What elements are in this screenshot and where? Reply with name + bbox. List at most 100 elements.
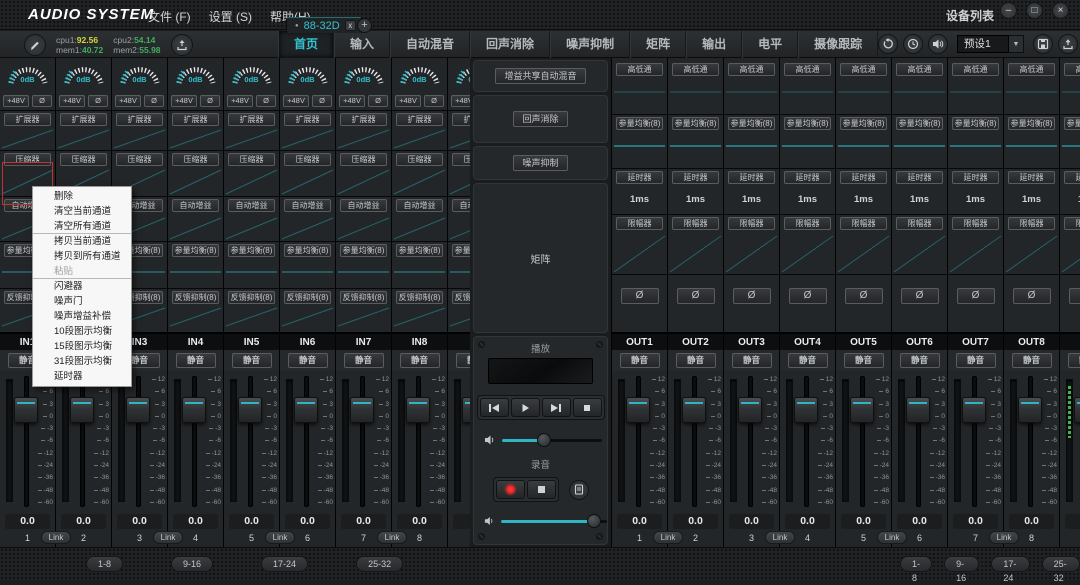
- mute-button[interactable]: 静音: [900, 353, 940, 368]
- phantom-power-button[interactable]: +48V: [115, 95, 141, 107]
- delay-button[interactable]: 延时器: [896, 171, 943, 184]
- delay-button[interactable]: 延时器: [1008, 171, 1055, 184]
- context-menu-item[interactable]: 粘贴: [33, 264, 131, 279]
- compressor-button[interactable]: 压缩器: [452, 153, 470, 166]
- context-menu-item[interactable]: 清空所有通道: [33, 219, 131, 234]
- expander-button[interactable]: 扩展器: [452, 113, 470, 126]
- fader-handle[interactable]: [182, 397, 206, 423]
- limiter-button[interactable]: 限幅器: [1064, 217, 1080, 230]
- main-tab[interactable]: 输入: [334, 31, 390, 58]
- delay-button[interactable]: 延时器: [616, 171, 663, 184]
- mute-button[interactable]: 静音: [1012, 353, 1052, 368]
- fader-handle[interactable]: [626, 397, 650, 423]
- hilo-pass-button[interactable]: 高低通: [616, 63, 663, 76]
- bank-tab[interactable]: 25-32: [356, 556, 403, 572]
- auto-gain-button[interactable]: 自动增益: [396, 199, 443, 212]
- phase-invert-button[interactable]: Ø: [424, 95, 444, 107]
- upload-button[interactable]: [171, 34, 193, 56]
- parametric-eq-button[interactable]: 参量均衡(8): [228, 244, 275, 257]
- hilo-pass-button[interactable]: 高低通: [1064, 63, 1080, 76]
- phantom-power-button[interactable]: +48V: [59, 95, 85, 107]
- phantom-power-button[interactable]: +48V: [3, 95, 29, 107]
- context-menu-item[interactable]: 清空当前通道: [33, 204, 131, 219]
- output-eq-button[interactable]: 参量均衡(8): [896, 117, 943, 130]
- stop-button[interactable]: [573, 398, 602, 417]
- delay-button[interactable]: 延时器: [672, 171, 719, 184]
- record-file-button[interactable]: [569, 480, 589, 500]
- phase-invert-button[interactable]: Ø: [621, 288, 659, 304]
- fader-track[interactable]: [860, 376, 865, 507]
- expander-button[interactable]: 扩展器: [396, 113, 443, 126]
- hilo-pass-button[interactable]: 高低通: [896, 63, 943, 76]
- phase-invert-button[interactable]: Ø: [901, 288, 939, 304]
- menu-item[interactable]: 设置 (S): [209, 8, 252, 25]
- parametric-eq-button[interactable]: 参量均衡(8): [396, 244, 443, 257]
- expander-button[interactable]: 扩展器: [116, 113, 163, 126]
- link-button[interactable]: Link: [989, 531, 1019, 544]
- context-menu-item[interactable]: 15段图示均衡: [33, 339, 131, 354]
- mute-button[interactable]: 静音: [676, 353, 716, 368]
- fader-handle[interactable]: [738, 397, 762, 423]
- expander-button[interactable]: 扩展器: [4, 113, 51, 126]
- mute-button[interactable]: 静音: [400, 353, 440, 368]
- edit-pencil-button[interactable]: [24, 34, 46, 56]
- phase-invert-button[interactable]: Ø: [88, 95, 108, 107]
- phantom-power-button[interactable]: +48V: [171, 95, 197, 107]
- compressor-button[interactable]: 压缩器: [340, 153, 387, 166]
- fader-track[interactable]: [1028, 376, 1033, 507]
- fader-handle[interactable]: [350, 397, 374, 423]
- fader-track[interactable]: [136, 376, 141, 507]
- phantom-power-button[interactable]: +48V: [339, 95, 365, 107]
- fader-track[interactable]: [748, 376, 753, 507]
- mute-button[interactable]: 静音: [1068, 353, 1080, 368]
- hilo-pass-button[interactable]: 高低通: [952, 63, 999, 76]
- auto-gain-button[interactable]: 自动增益: [284, 199, 331, 212]
- delay-button[interactable]: 延时器: [784, 171, 831, 184]
- expander-button[interactable]: 扩展器: [284, 113, 331, 126]
- fader-track[interactable]: [416, 376, 421, 507]
- undo-button[interactable]: [878, 34, 898, 54]
- fader-track[interactable]: [692, 376, 697, 507]
- auto-gain-button[interactable]: 自动增益: [228, 199, 275, 212]
- mute-button[interactable]: 静音: [176, 353, 216, 368]
- expander-button[interactable]: 扩展器: [228, 113, 275, 126]
- mute-button[interactable]: 静音: [732, 353, 772, 368]
- phase-invert-button[interactable]: Ø: [1013, 288, 1051, 304]
- noise-suppress-button[interactable]: 噪声抑制: [513, 155, 567, 171]
- limiter-button[interactable]: 限幅器: [952, 217, 999, 230]
- auto-gain-button[interactable]: 自动增益: [340, 199, 387, 212]
- main-tab[interactable]: 矩阵: [630, 31, 686, 58]
- hilo-pass-button[interactable]: 高低通: [1008, 63, 1055, 76]
- context-menu-item[interactable]: 10段图示均衡: [33, 324, 131, 339]
- expander-button[interactable]: 扩展器: [60, 113, 107, 126]
- mute-button[interactable]: 静音: [456, 353, 471, 368]
- fader-handle[interactable]: [962, 397, 986, 423]
- output-eq-button[interactable]: 参量均衡(8): [728, 117, 775, 130]
- compressor-button[interactable]: 压缩器: [284, 153, 331, 166]
- hilo-pass-button[interactable]: 高低通: [672, 63, 719, 76]
- output-eq-button[interactable]: 参量均衡(8): [616, 117, 663, 130]
- fader-handle[interactable]: [462, 397, 470, 423]
- fader-track[interactable]: [192, 376, 197, 507]
- context-menu-item[interactable]: 延时器: [33, 369, 131, 384]
- fader-handle[interactable]: [294, 397, 318, 423]
- slider-thumb[interactable]: [587, 514, 601, 528]
- history-button[interactable]: [903, 34, 923, 54]
- parametric-eq-button[interactable]: 参量均衡(8): [284, 244, 331, 257]
- fader-handle[interactable]: [794, 397, 818, 423]
- phase-invert-button[interactable]: Ø: [677, 288, 715, 304]
- auto-gain-button[interactable]: 自动增益: [172, 199, 219, 212]
- output-eq-button[interactable]: 参量均衡(8): [784, 117, 831, 130]
- phase-invert-button[interactable]: Ø: [789, 288, 827, 304]
- fader-handle[interactable]: [406, 397, 430, 423]
- auto-gain-button[interactable]: 自动增益: [452, 199, 470, 212]
- phase-invert-button[interactable]: Ø: [200, 95, 220, 107]
- feedback-suppress-button[interactable]: 反馈抑制(8): [228, 291, 275, 304]
- record-button[interactable]: [496, 480, 525, 499]
- bank-tab[interactable]: 17-24: [991, 556, 1029, 572]
- fader-handle[interactable]: [70, 397, 94, 423]
- limiter-button[interactable]: 限幅器: [728, 217, 775, 230]
- mute-button[interactable]: 静音: [956, 353, 996, 368]
- device-list-button[interactable]: 设备列表: [946, 7, 994, 24]
- context-menu-item[interactable]: 噪声增益补偿: [33, 309, 131, 324]
